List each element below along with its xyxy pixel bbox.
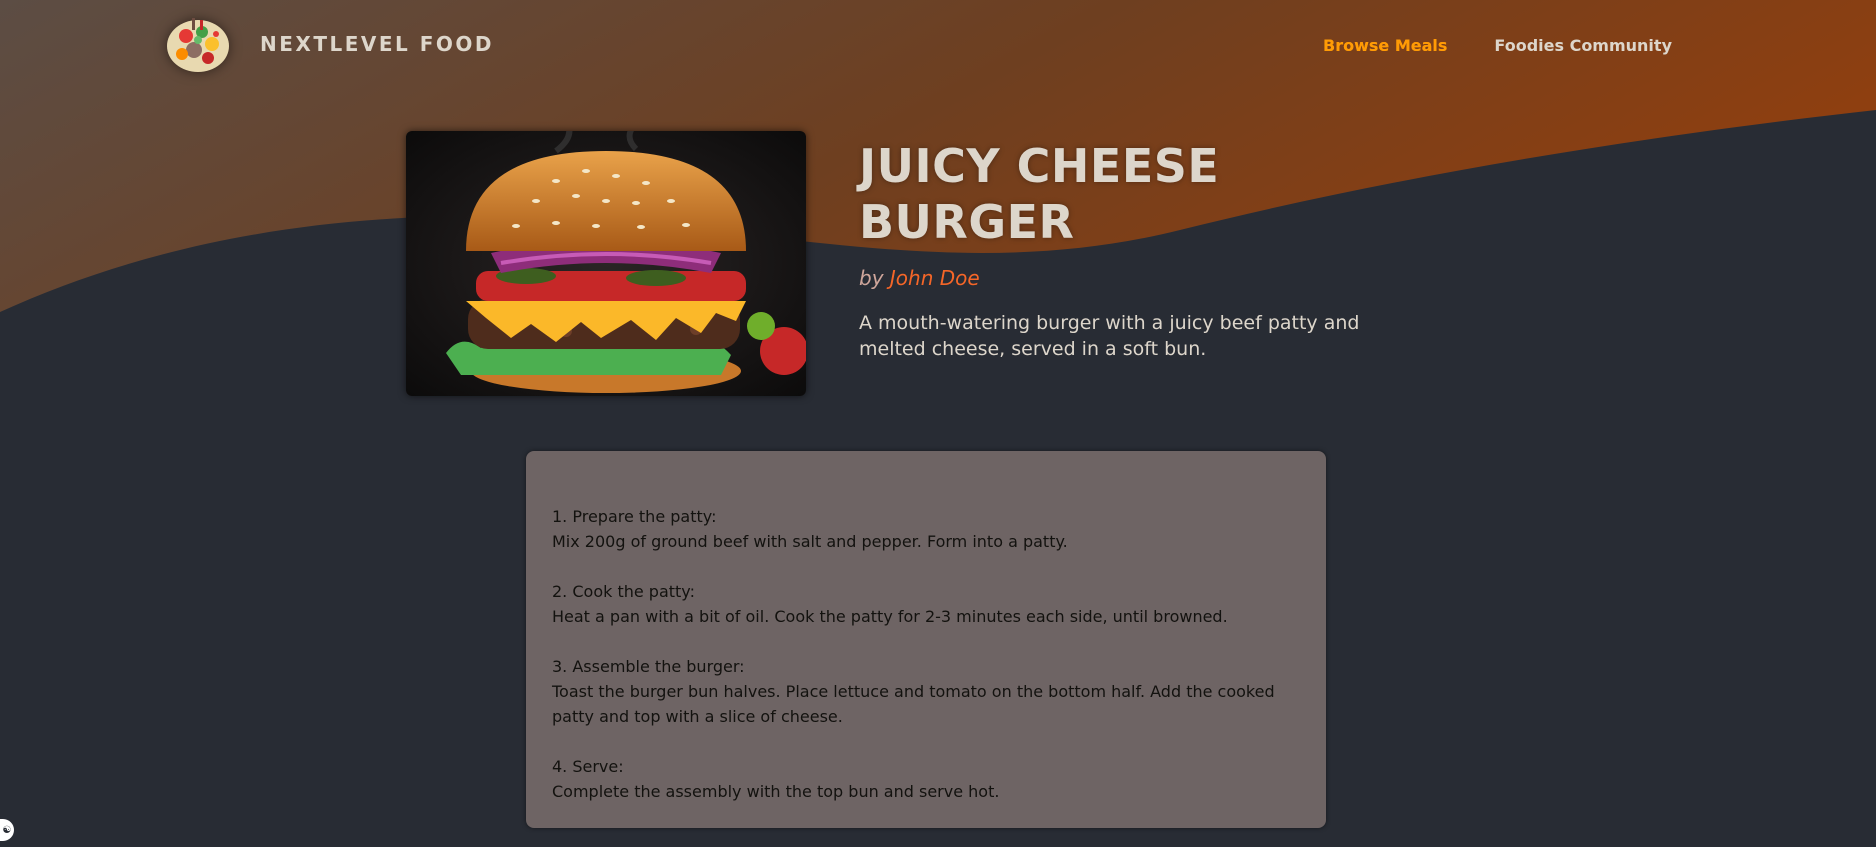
step-title: 1. Prepare the patty: (552, 507, 717, 526)
instruction-step: 3. Assemble the burger: Toast the burger… (552, 654, 1300, 729)
step-title: 4. Serve: (552, 757, 624, 776)
main-nav: Browse Meals Foodies Community (1323, 34, 1672, 57)
step-body: Complete the assembly with the top bun a… (552, 782, 1000, 801)
step-body: Toast the burger bun halves. Place lettu… (552, 682, 1275, 726)
meal-title: JUICY CHEESE BURGER (859, 139, 1220, 249)
meal-creator: by John Doe (859, 266, 1379, 290)
burger-photo (406, 131, 806, 396)
creator-prefix: by (859, 266, 884, 290)
instruction-step: 1. Prepare the patty: Mix 200g of ground… (552, 504, 1300, 554)
meal-instructions: 1. Prepare the patty: Mix 200g of ground… (526, 451, 1326, 828)
meal-image (406, 131, 806, 396)
step-title: 3. Assemble the burger: (552, 657, 745, 676)
step-body: Heat a pan with a bit of oil. Cook the p… (552, 607, 1228, 626)
meal-summary-text: A mouth-watering burger with a juicy bee… (859, 312, 1360, 360)
instruction-step: 4. Serve: Complete the assembly with the… (552, 754, 1300, 804)
creator-link[interactable]: John Doe (890, 266, 980, 290)
nav-browse-meals[interactable]: Browse Meals (1323, 34, 1447, 57)
home-logo-link[interactable]: NEXTLEVEL FOOD (164, 14, 494, 74)
instruction-step: 2. Cook the patty: Heat a pan with a bit… (552, 579, 1300, 629)
brand-name: NEXTLEVEL FOOD (260, 32, 494, 56)
accessibility-icon[interactable]: ☯ (0, 819, 14, 841)
step-body: Mix 200g of ground beef with salt and pe… (552, 532, 1068, 551)
food-plate-logo-icon (164, 14, 232, 74)
nav-foodies-community[interactable]: Foodies Community (1494, 34, 1672, 57)
step-title: 2. Cook the patty: (552, 582, 695, 601)
meal-summary: JUICY CHEESE BURGER by John Doe A mouth-… (859, 138, 1379, 362)
main-header: NEXTLEVEL FOOD Browse Meals Foodies Comm… (0, 0, 1876, 90)
page: NEXTLEVEL FOOD Browse Meals Foodies Comm… (0, 0, 1876, 847)
